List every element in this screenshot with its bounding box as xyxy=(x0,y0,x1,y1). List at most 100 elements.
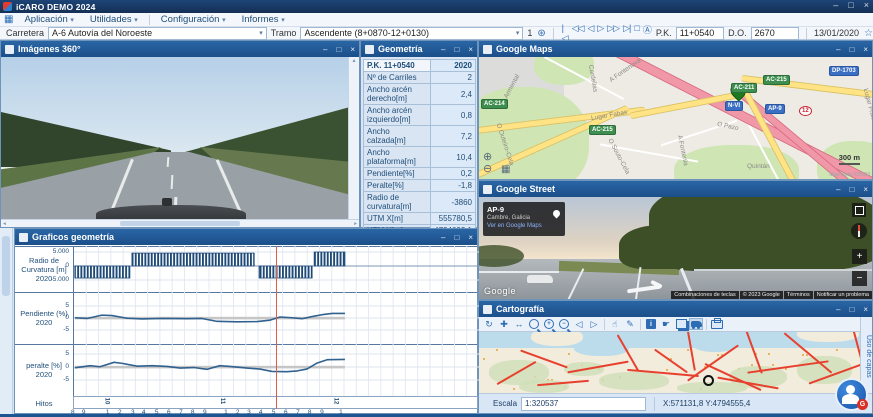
table-row: UTM X[m]555780,5 xyxy=(364,213,476,225)
fullscreen-icon[interactable] xyxy=(852,203,866,217)
table-row: Ancho calzada[m]7,2 xyxy=(364,126,476,147)
maximize-icon[interactable]: □ xyxy=(336,45,341,54)
street-name-label: Quintán xyxy=(747,163,770,170)
road-badge: DP-1703 xyxy=(829,66,859,76)
close-icon[interactable]: × xyxy=(863,305,868,314)
pk-cursor-line[interactable] xyxy=(276,246,277,409)
graficos-left-scrollbar[interactable] xyxy=(0,228,13,414)
table-row: Ancho arcén izquierdo[m]0,8 xyxy=(364,105,476,126)
close-icon[interactable]: × xyxy=(468,233,473,242)
rotate-icon[interactable]: ↻ xyxy=(482,318,496,330)
minimize-icon[interactable]: – xyxy=(441,45,445,54)
panel-google-maps: Google Maps – □ × AC-214AC- xyxy=(478,40,873,180)
street-view-canvas[interactable]: AP-9 Cambre, Galicia Ver en Google Maps … xyxy=(479,197,872,299)
app-titlebar: iCARO DEMO 2024 – □ × xyxy=(0,0,873,13)
sv-guardrail xyxy=(479,271,559,273)
sv-zoom-in-button[interactable]: + xyxy=(852,249,867,264)
route-count: 1 xyxy=(527,28,532,38)
close-icon[interactable]: × xyxy=(350,45,355,54)
map-zoom-out-button[interactable]: ⊖ xyxy=(483,163,492,175)
application-window: iCARO DEMO 2024 – □ × ▦ Aplicación ▾ Uti… xyxy=(0,0,873,417)
imagenes-horizontal-scrollbar[interactable]: ◂▸ xyxy=(1,219,359,227)
sv-footer-link[interactable]: Combinaciones de teclas xyxy=(671,291,738,299)
escala-input[interactable]: 1:320537 xyxy=(521,397,646,411)
maximize-icon[interactable]: □ xyxy=(849,45,854,54)
app-close-button[interactable]: × xyxy=(864,0,869,10)
maximize-icon[interactable]: □ xyxy=(454,45,459,54)
camera-icon[interactable]: ⊛ xyxy=(536,28,545,39)
street-name-label: Cardellas xyxy=(587,64,599,92)
tramo-label: Tramo xyxy=(271,28,297,38)
select-icon[interactable]: ☛ xyxy=(659,318,673,330)
pan-icon[interactable]: ✚ xyxy=(497,318,511,330)
carto-panel-icon xyxy=(483,305,492,314)
minimize-icon[interactable]: – xyxy=(836,305,840,314)
road-badge: AC-211 xyxy=(731,83,757,93)
compass-icon[interactable] xyxy=(851,223,867,239)
info-icon[interactable]: i xyxy=(644,318,658,330)
geometria-titlebar[interactable]: Geometría – □ × xyxy=(361,41,477,57)
zoom-window-icon[interactable] xyxy=(527,318,541,330)
green-area xyxy=(534,57,594,85)
zoom-in-icon[interactable]: + xyxy=(542,318,556,330)
cartografia-titlebar[interactable]: Cartografía – □ × xyxy=(479,301,872,317)
app-maximize-button[interactable]: □ xyxy=(848,0,853,10)
cartografia-map-canvas[interactable] xyxy=(479,332,862,395)
map-attribution: Map data ©2023 xyxy=(829,172,870,178)
graficos-titlebar[interactable]: Graficos geometría – □ × xyxy=(15,229,477,245)
menu-configuracion[interactable]: Configuración ▾ xyxy=(154,14,233,25)
maximize-icon[interactable]: □ xyxy=(454,233,459,242)
imagenes-vertical-scrollbar[interactable]: ▴ xyxy=(348,57,359,221)
star-icon[interactable]: ☆ xyxy=(863,28,873,39)
next-view-icon[interactable]: ▷ xyxy=(587,318,601,330)
pk-label: P.K. xyxy=(656,28,672,38)
zoom-out-icon[interactable]: − xyxy=(557,318,571,330)
minimize-icon[interactable]: – xyxy=(836,185,840,194)
road-photo[interactable] xyxy=(1,57,350,221)
sv-maps-link[interactable]: Ver en Google Maps xyxy=(487,223,561,229)
minimize-icon[interactable]: – xyxy=(323,45,327,54)
google-map-canvas[interactable]: AC-214AC-215AC-211AC-215N-VIAP-912DP-170… xyxy=(479,57,872,179)
minimize-icon[interactable]: – xyxy=(441,233,445,242)
menu-utilidades[interactable]: Utilidades ▾ xyxy=(83,14,145,25)
prev-view-icon[interactable]: ◁ xyxy=(572,318,586,330)
camera-panel-icon xyxy=(5,45,14,54)
table-row: Radio de curvatura[m]-3860 xyxy=(364,192,476,213)
sv-car xyxy=(527,275,553,285)
menu-informes[interactable]: Informes ▾ xyxy=(235,14,292,25)
gmaps-titlebar[interactable]: Google Maps – □ × xyxy=(479,41,872,57)
minimize-icon[interactable]: – xyxy=(836,45,840,54)
app-minimize-button[interactable]: – xyxy=(833,0,838,10)
imagenes-titlebar[interactable]: Imágenes 360° – □ × xyxy=(1,41,359,57)
fit-width-icon[interactable]: ↔ xyxy=(512,318,526,330)
carretera-select[interactable]: A-6 Autovía del Noroeste▾ xyxy=(48,27,267,40)
support-bubble-icon[interactable]: G xyxy=(835,378,868,411)
menu-aplicacion[interactable]: Aplicación ▾ xyxy=(17,14,80,25)
close-icon[interactable]: × xyxy=(468,45,473,54)
sv-footer-link[interactable]: © 2023 Google xyxy=(740,291,783,299)
close-icon[interactable]: × xyxy=(863,185,868,194)
sv-footer-link[interactable]: Notificar un problema xyxy=(814,291,872,299)
close-icon[interactable]: × xyxy=(863,45,868,54)
hand-icon[interactable]: ☝ xyxy=(608,318,622,330)
map-layers-icon[interactable]: ▦ xyxy=(501,164,510,175)
sv-zoom-out-button[interactable]: − xyxy=(852,271,867,286)
table-row: Ancho plataforma[m]10,4 xyxy=(364,147,476,168)
map-scale: 300 m xyxy=(839,153,860,165)
layers-icon[interactable] xyxy=(674,318,688,330)
tramo-select[interactable]: Ascendente (8+0870-12+0130)▾ xyxy=(300,27,523,40)
charts-area[interactable]: Radio deCurvatura [m]20205.0000-5.000Pen… xyxy=(15,246,477,413)
gstreet-titlebar[interactable]: Google Street – □ × xyxy=(479,181,872,197)
maximize-icon[interactable]: □ xyxy=(849,305,854,314)
sv-footer-link[interactable]: Términos xyxy=(784,291,813,299)
map-zoom-in-button[interactable]: ⊕ xyxy=(483,151,492,163)
street-name-label: O Pazo xyxy=(717,121,740,132)
vehicle-icon[interactable] xyxy=(689,318,703,330)
hitos-label: Hitos xyxy=(15,399,73,408)
maximize-icon[interactable]: □ xyxy=(849,185,854,194)
measure-icon[interactable]: ✎ xyxy=(623,318,637,330)
pk-input[interactable]: 11+0540 xyxy=(676,27,724,40)
map-panel-icon xyxy=(483,45,492,54)
do-input[interactable]: 2670 xyxy=(751,27,799,40)
print-icon[interactable] xyxy=(710,318,724,330)
